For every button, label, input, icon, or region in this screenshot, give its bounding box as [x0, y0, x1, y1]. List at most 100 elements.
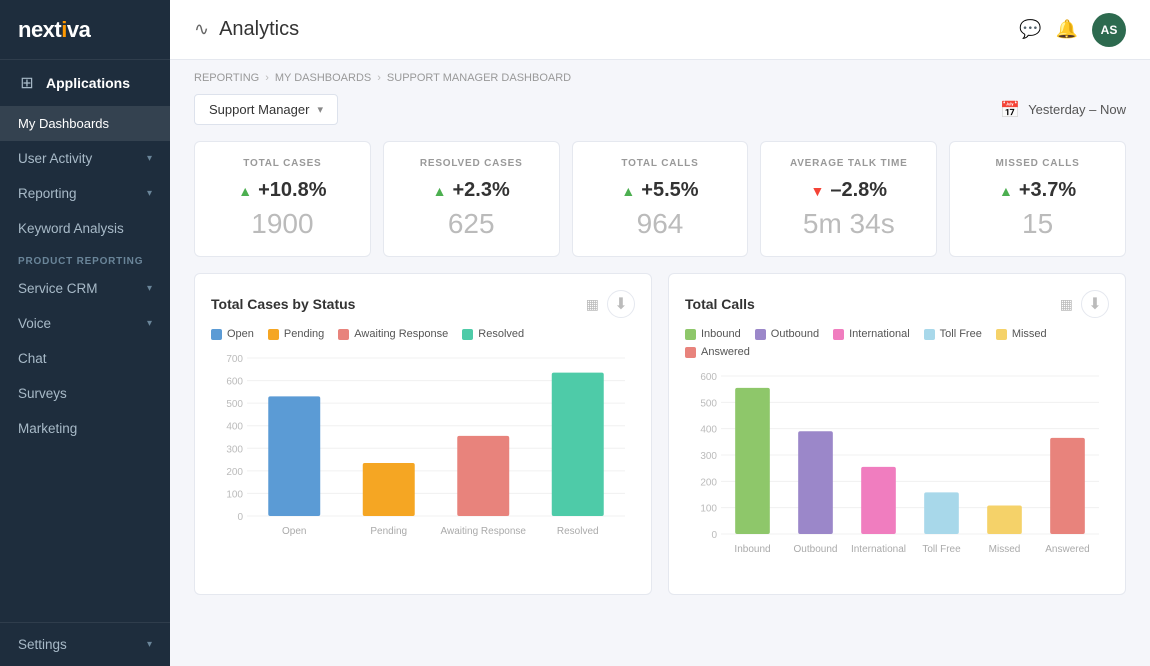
sidebar-item-label: User Activity [18, 151, 92, 166]
kpi-value: 5m 34s [803, 208, 895, 240]
bar-chart-icon: ▦ [1060, 296, 1073, 313]
legend-label: Outbound [771, 328, 819, 340]
breadcrumb-reporting[interactable]: REPORTING [194, 72, 259, 84]
legend-color [338, 329, 349, 340]
chart-legend: Inbound Outbound International Toll Free Mis… [685, 328, 1109, 358]
kpi-label: AVERAGE TALK TIME [790, 158, 908, 169]
charts-row: Total Cases by Status ▦ ⬇ OpenPendingAwa… [194, 273, 1126, 595]
legend-color [268, 329, 279, 340]
date-range-label: Yesterday – Now [1028, 102, 1126, 117]
svg-text:600: 600 [700, 372, 717, 383]
bar-label: Missed [989, 544, 1021, 555]
legend-color [685, 347, 696, 358]
download-button[interactable]: ⬇ [607, 290, 635, 318]
legend-item: Answered [685, 346, 750, 358]
svg-text:600: 600 [226, 377, 243, 388]
bar [363, 463, 415, 516]
kpi-change: ▲ +2.3% [433, 179, 510, 202]
settings-label: Settings [18, 637, 67, 652]
sidebar-item-chat[interactable]: Chat [0, 341, 170, 376]
chart-area: 6005004003002001000InboundOutboundIntern… [685, 368, 1109, 578]
avatar[interactable]: AS [1092, 13, 1126, 47]
bar-label: International [851, 544, 906, 555]
legend-item: Missed [996, 328, 1047, 340]
chevron-icon: ▾ [147, 318, 152, 329]
chevron-icon: ▾ [147, 283, 152, 294]
svg-text:300: 300 [700, 451, 717, 462]
kpi-value: 625 [448, 208, 495, 240]
bar [552, 373, 604, 516]
kpi-cards-row: TOTAL CASES ▲ +10.8% 1900 RESOLVED CASES… [194, 141, 1126, 257]
sidebar-item-settings[interactable]: Settings ▾ [0, 623, 170, 666]
grid-icon: ⊞ [18, 74, 36, 92]
topbar: ∿ Analytics 💬 🔔 AS [170, 0, 1150, 60]
sidebar-footer: Settings ▾ [0, 622, 170, 666]
chart-title: Total Calls [685, 296, 755, 312]
sidebar-item-label: Marketing [18, 421, 77, 436]
sidebar-item-surveys[interactable]: Surveys [0, 376, 170, 411]
notifications-icon-button[interactable]: 🔔 [1056, 19, 1078, 40]
content-area: REPORTING › MY DASHBOARDS › SUPPORT MANA… [170, 60, 1150, 666]
kpi-card-4: MISSED CALLS ▲ +3.7% 15 [949, 141, 1126, 257]
legend-label: Awaiting Response [354, 328, 448, 340]
toolbar-row: Support Manager ▾ 📅 Yesterday – Now [194, 94, 1126, 125]
legend-item: International [833, 328, 910, 340]
legend-label: Inbound [701, 328, 741, 340]
chat-icon-button[interactable]: 💬 [1019, 19, 1041, 40]
sidebar-item-label: Service CRM [18, 281, 98, 296]
svg-text:700: 700 [226, 354, 243, 365]
bar-label: Toll Free [922, 544, 961, 555]
breadcrumb-sep: › [265, 72, 269, 84]
date-range-selector[interactable]: 📅 Yesterday – Now [1000, 100, 1126, 120]
legend-label: Pending [284, 328, 324, 340]
dropdown-arrow-icon: ▾ [317, 103, 323, 116]
page-title: Analytics [219, 18, 299, 41]
bar [861, 467, 896, 534]
breadcrumb-sep: › [377, 72, 381, 84]
breadcrumb-current: SUPPORT MANAGER DASHBOARD [387, 72, 571, 84]
chart-total-cases: Total Cases by Status ▦ ⬇ OpenPendingAwa… [194, 273, 652, 595]
download-button[interactable]: ⬇ [1081, 290, 1109, 318]
sidebar-item-label: Keyword Analysis [18, 221, 124, 236]
sidebar-nav: ⊞ Applications My Dashboards User Activi… [0, 60, 170, 622]
sidebar-item-my-dashboards[interactable]: My Dashboards [0, 106, 170, 141]
sidebar-item-service-crm[interactable]: Service CRM ▾ [0, 271, 170, 306]
legend-color [833, 329, 844, 340]
svg-text:200: 200 [700, 477, 717, 488]
dashboard-dropdown[interactable]: Support Manager ▾ [194, 94, 338, 125]
kpi-card-0: TOTAL CASES ▲ +10.8% 1900 [194, 141, 371, 257]
bar-chart-icon: ▦ [586, 296, 599, 313]
logo-text: nextiva [18, 17, 90, 43]
sidebar-item-voice[interactable]: Voice ▾ [0, 306, 170, 341]
kpi-percent: +5.5% [641, 179, 698, 202]
svg-text:500: 500 [226, 399, 243, 410]
chevron-icon: ▾ [147, 188, 152, 199]
sidebar-item-applications[interactable]: ⊞ Applications [0, 60, 170, 106]
sidebar-item-reporting[interactable]: Reporting ▾ [0, 176, 170, 211]
analytics-icon: ∿ [194, 19, 209, 40]
chevron-icon: ▾ [147, 153, 152, 164]
logo: nextiva [0, 0, 170, 60]
breadcrumb-dashboards[interactable]: MY DASHBOARDS [275, 72, 371, 84]
legend-item: Outbound [755, 328, 819, 340]
legend-label: Toll Free [940, 328, 982, 340]
main-content: ∿ Analytics 💬 🔔 AS REPORTING › MY DASHBO… [170, 0, 1150, 666]
arrow-up-icon: ▲ [238, 183, 252, 199]
kpi-label: TOTAL CALLS [621, 158, 698, 169]
bar-label: Awaiting Response [441, 526, 527, 537]
sidebar-item-label: Chat [18, 351, 47, 366]
legend-item: Awaiting Response [338, 328, 448, 340]
sidebar-item-marketing[interactable]: Marketing [0, 411, 170, 446]
kpi-label: RESOLVED CASES [420, 158, 523, 169]
legend-item: Pending [268, 328, 324, 340]
legend-label: International [849, 328, 910, 340]
legend-label: Missed [1012, 328, 1047, 340]
sidebar-item-label: Surveys [18, 386, 67, 401]
legend-color [211, 329, 222, 340]
sidebar-item-keyword-analysis[interactable]: Keyword Analysis [0, 211, 170, 246]
bar-label: Pending [370, 526, 407, 537]
svg-text:100: 100 [700, 504, 717, 515]
legend-color [685, 329, 696, 340]
bar-label: Answered [1045, 544, 1089, 555]
sidebar-item-user-activity[interactable]: User Activity ▾ [0, 141, 170, 176]
